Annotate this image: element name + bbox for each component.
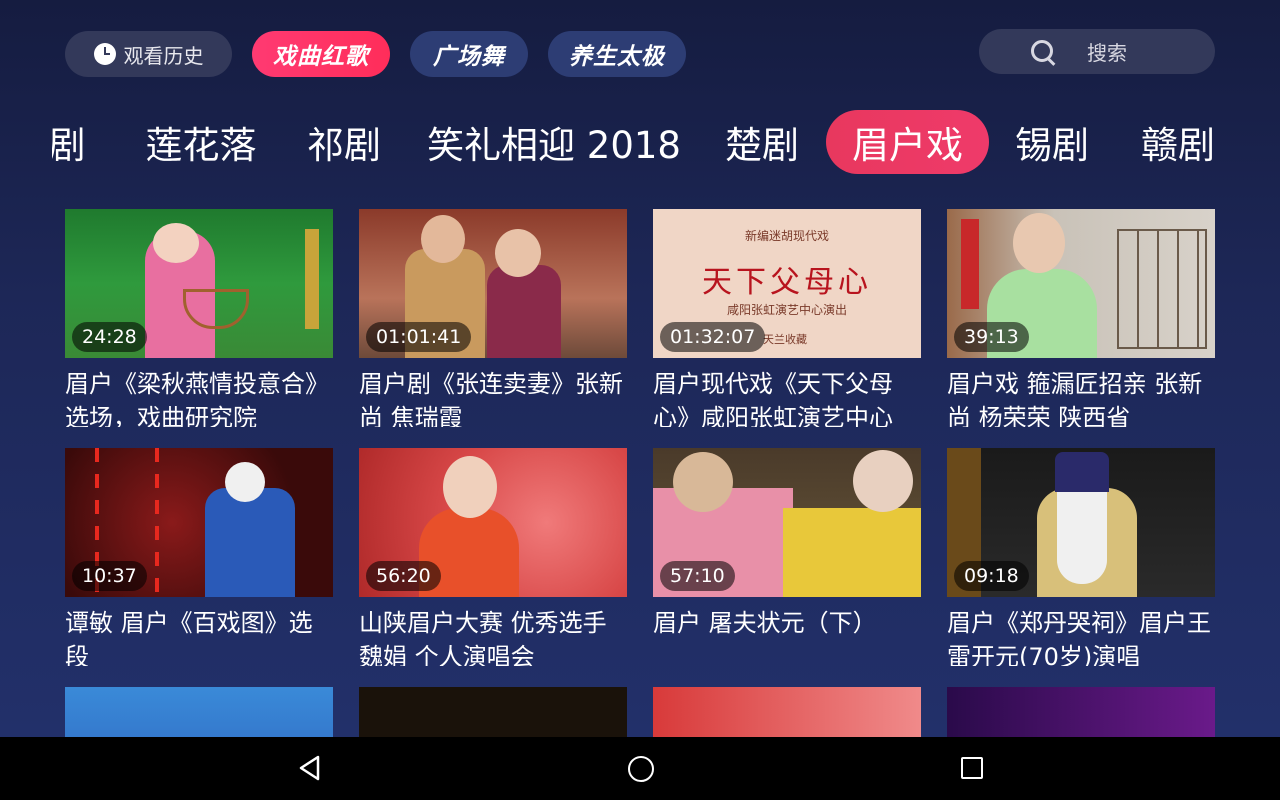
video-title: 眉户 屠夫状元（下） xyxy=(653,609,877,637)
category-label: 广场舞 xyxy=(433,44,505,70)
thumb-caption-small: 新编迷胡现代戏 xyxy=(744,229,829,243)
video-thumbnail[interactable]: 新编迷胡现代戏 天下父母心 咸阳张虹演艺中心演出 天兰收藏 01:32:07 xyxy=(653,209,921,358)
duration-badge: 57:10 xyxy=(660,561,735,591)
search-icon xyxy=(1031,39,1055,64)
recents-icon[interactable] xyxy=(961,757,983,779)
video-thumbnail[interactable] xyxy=(65,687,333,737)
genre-tab[interactable]: 楚剧 xyxy=(724,110,800,174)
thumb-caption-sub: 咸阳张虹演艺中心演出 xyxy=(726,303,847,317)
genre-tab[interactable]: 莲花落 xyxy=(144,110,258,174)
duration-badge: 10:37 xyxy=(72,561,147,591)
video-title: 眉户《梁秋燕情投意合》选场，戏曲研究院 xyxy=(65,370,329,427)
video-thumbnail[interactable] xyxy=(947,687,1215,737)
video-thumbnail[interactable]: 56:20 xyxy=(359,448,627,597)
genre-label: 祁剧 xyxy=(307,124,381,167)
back-icon[interactable] xyxy=(298,755,322,781)
category-label: 养生太极 xyxy=(569,44,665,70)
video-thumbnail[interactable] xyxy=(653,687,921,737)
video-thumbnail[interactable]: 24:28 xyxy=(65,209,333,358)
genre-tab[interactable]: 剧 xyxy=(52,110,92,174)
video-thumbnail[interactable]: 57:10 xyxy=(653,448,921,597)
video-title: 眉户剧《张连卖妻》张新尚 焦瑞霞 xyxy=(359,370,623,427)
video-title: 山陕眉户大赛 优秀选手 魏娟 个人演唱会 xyxy=(359,609,607,666)
genre-label: 莲花落 xyxy=(145,124,257,167)
genre-tab[interactable]: 赣剧 xyxy=(1140,110,1215,174)
history-label: 观看历史 xyxy=(123,43,204,68)
genre-label: 笑礼相迎 2018 xyxy=(427,124,681,167)
search-box[interactable]: 搜索 xyxy=(979,29,1215,74)
category-tab-opera[interactable]: 戏曲红歌 xyxy=(252,31,390,77)
genre-label: 剧 xyxy=(52,124,86,167)
genre-label: 赣剧 xyxy=(1141,124,1215,167)
duration-badge: 39:13 xyxy=(954,322,1029,352)
duration-badge: 56:20 xyxy=(366,561,441,591)
category-tab-square-dance[interactable]: 广场舞 xyxy=(410,31,528,77)
thumb-caption-main: 天下父母心 xyxy=(702,265,872,300)
genre-label: 眉户戏 xyxy=(852,124,963,167)
history-button[interactable]: 观看历史 xyxy=(65,31,232,77)
video-thumbnail[interactable]: 01:01:41 xyxy=(359,209,627,358)
genre-label: 楚剧 xyxy=(725,124,799,167)
video-title: 眉户戏 箍漏匠招亲 张新尚 杨荣荣 陕西省 xyxy=(947,370,1203,427)
genre-tab[interactable]: 锡剧 xyxy=(1014,110,1090,174)
video-thumbnail[interactable]: 09:18 xyxy=(947,448,1215,597)
genre-tab-strip[interactable]: 剧 莲花落 祁剧 笑礼相迎 2018 楚剧 眉户戏 锡剧 赣剧 xyxy=(52,110,1215,176)
category-tab-taichi[interactable]: 养生太极 xyxy=(548,31,686,77)
duration-badge: 01:01:41 xyxy=(366,322,472,352)
genre-tab[interactable]: 祁剧 xyxy=(306,110,382,174)
video-thumbnail[interactable]: 39:13 xyxy=(947,209,1215,358)
thumb-caption-tag: 天兰收藏 xyxy=(763,333,807,346)
duration-badge: 01:32:07 xyxy=(660,322,766,352)
duration-badge: 09:18 xyxy=(954,561,1029,591)
genre-tab-active[interactable]: 眉户戏 xyxy=(826,110,989,174)
video-title: 眉户现代戏《天下父母心》咸阳张虹演艺中心 xyxy=(653,370,893,427)
home-icon[interactable] xyxy=(628,756,654,782)
video-title: 眉户《郑丹哭祠》眉户王雷开元(70岁)演唱 xyxy=(947,609,1211,666)
app-screen: 观看历史 戏曲红歌 广场舞 养生太极 搜索 剧 莲花落 祁剧 笑礼相迎 2018… xyxy=(0,0,1280,737)
video-thumbnail[interactable] xyxy=(359,687,627,737)
category-label: 戏曲红歌 xyxy=(273,44,369,70)
genre-label: 锡剧 xyxy=(1015,124,1089,167)
video-title: 谭敏 眉户《百戏图》选段 xyxy=(65,609,313,666)
duration-badge: 24:28 xyxy=(72,322,147,352)
video-thumbnail[interactable]: 10:37 xyxy=(65,448,333,597)
clock-icon xyxy=(93,43,116,65)
search-placeholder: 搜索 xyxy=(1087,41,1127,65)
genre-tab[interactable]: 笑礼相迎 2018 xyxy=(427,110,681,174)
